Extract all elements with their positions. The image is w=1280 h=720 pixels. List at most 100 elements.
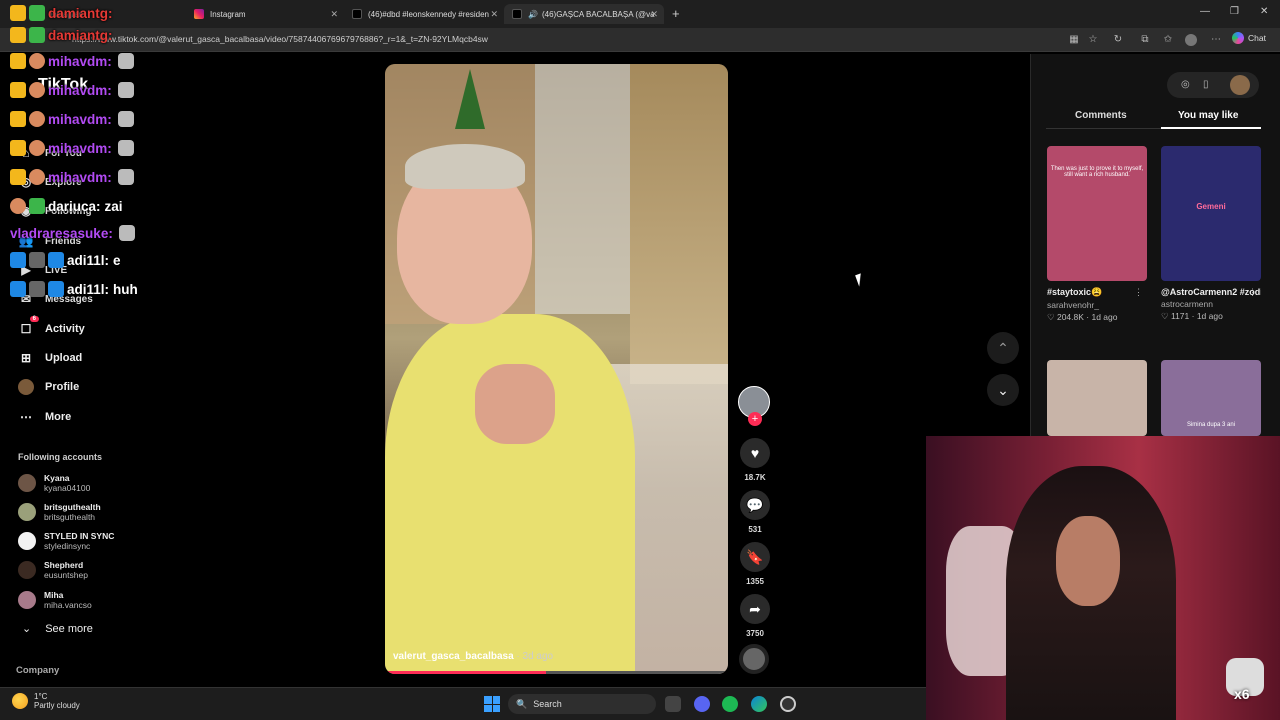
heart-icon: ♥ [750, 445, 760, 461]
video-thumbnail[interactable]: Gemeni [1161, 146, 1261, 281]
avatar[interactable] [1185, 34, 1197, 46]
activity-badge: 6 [29, 316, 39, 322]
save-button[interactable]: 🔖 [740, 542, 770, 572]
tab-you-may-like[interactable]: You may like [1178, 110, 1238, 121]
sidebar-item-live[interactable]: ▶ LIVE [18, 259, 67, 281]
following-account[interactable]: STYLED IN SYNC styledinsync [18, 528, 114, 554]
video-progress-bar[interactable] [385, 671, 728, 674]
weather-desc: Partly cloudy [34, 701, 80, 710]
video-author[interactable]: valerut_gasca_bacalbasa · 3d ago [393, 651, 553, 662]
sidebar-item-upload[interactable]: ⊞ Upload [18, 347, 82, 369]
edge-icon[interactable] [751, 696, 767, 712]
music-disc-icon[interactable] [739, 644, 769, 674]
avatar[interactable] [1230, 75, 1250, 95]
author-name[interactable]: valerut_gasca_bacalbasa [393, 651, 514, 662]
tab-tiktok-dbd[interactable]: (46)#dbd #leonskennedy #residen ✕ [344, 4, 504, 24]
share-button[interactable]: ➦ [740, 594, 770, 624]
video-thumbnail[interactable]: Simina dupa 3 ani [1161, 360, 1261, 436]
video-thumbnail[interactable]: Then was just to prove it to myself, sti… [1047, 146, 1147, 281]
tab-title: Instagram [210, 9, 246, 19]
discord-icon[interactable] [694, 696, 710, 712]
windows-start-icon[interactable] [484, 696, 500, 712]
tab-comments[interactable]: Comments [1075, 110, 1127, 121]
tab-instagram-1[interactable]: Instagram [26, 4, 188, 24]
follow-plus-icon[interactable]: + [748, 412, 762, 426]
sidebar-item-activity[interactable]: ☐ 6 Activity [18, 316, 85, 340]
chevron-down-icon: ⌄ [997, 382, 1009, 398]
tiktok-icon [352, 9, 362, 19]
coin-icon[interactable]: ◎ [1181, 79, 1190, 90]
friends-icon: 👥 [18, 234, 34, 248]
tiktok-icon [512, 9, 522, 19]
account-name: Shepherd [44, 560, 84, 570]
address-bar: https://www.tiktok.com/@valerut_gasca_ba… [0, 28, 1280, 52]
comment-button[interactable]: 💬 [740, 490, 770, 520]
close-icon[interactable]: ✕ [490, 9, 498, 20]
sidebar-item-explore[interactable]: ◎ Explore [18, 171, 82, 193]
maximize-icon[interactable]: ❐ [1230, 6, 1239, 17]
tiktok-logo[interactable]: TikTok [38, 76, 88, 94]
sidebar-item-more[interactable]: ⋯ More [18, 406, 71, 428]
sidebar-item-messages[interactable]: ✉ Messages [18, 288, 93, 310]
spotify-icon[interactable] [722, 696, 738, 712]
favorites-icon[interactable]: ✩ [1162, 34, 1174, 46]
thumbnail-caption: Then was just to prove it to myself, sti… [1050, 166, 1144, 178]
search-label: Search [533, 699, 562, 709]
account-handle: britsguthealth [44, 512, 96, 522]
next-video-button[interactable]: ⌄ [987, 374, 1019, 406]
compass-icon: ◎ [20, 175, 32, 189]
close-icon[interactable]: ✕ [650, 9, 658, 20]
new-tab-button[interactable]: + [672, 6, 680, 21]
minimize-icon[interactable]: — [1200, 6, 1210, 17]
suggested-video-card[interactable]: Gemeni @AstroCarmenn2 #zodii #gemeni... … [1161, 146, 1261, 322]
tab-title: (46)GAȘCA BACALBAȘA (@va [541, 9, 655, 19]
previous-video-button[interactable]: ⌃ [987, 332, 1019, 364]
see-more-button[interactable]: ⌄ See more [22, 622, 93, 636]
suggested-video-card[interactable]: Simina dupa 3 ani [1161, 360, 1261, 436]
tab-tiktok-active[interactable]: 🔊 (46)GAȘCA BACALBAȘA (@va ✕ [504, 4, 664, 24]
following-account[interactable]: Shepherd eusuntshep [18, 557, 88, 583]
suggested-video-card[interactable]: Then was just to prove it to myself, sti… [1047, 146, 1147, 323]
weather-icon [12, 693, 28, 709]
card-user: astrocarmenn [1161, 299, 1213, 309]
following-account[interactable]: Kyana kyana04100 [18, 470, 90, 496]
more-options-icon[interactable]: ⋮ [1248, 287, 1257, 298]
sidebar-item-for-you[interactable]: ⌂ For You [18, 142, 81, 164]
suggested-video-card[interactable] [1047, 360, 1147, 436]
speaker-icon: 🔊 [528, 9, 538, 19]
sidebar-item-friends[interactable]: 👥 Friends [18, 230, 82, 252]
account-name: Miha [44, 590, 64, 600]
video-player[interactable]: valerut_gasca_bacalbasa · 3d ago [385, 64, 728, 674]
refresh-icon[interactable]: ↻ [1112, 34, 1124, 46]
posted-time: 3d ago [522, 651, 554, 662]
like-button[interactable]: ♥ [740, 438, 770, 468]
following-icon: ◉ [20, 204, 32, 218]
following-account[interactable]: britsguthealth britsguthealth [18, 499, 101, 525]
company-link[interactable]: Company [16, 665, 59, 676]
phone-icon[interactable]: ▯ [1203, 79, 1209, 90]
sidebar-item-profile[interactable]: Profile [18, 376, 79, 398]
extensions-icon[interactable]: ⧉ [1139, 34, 1151, 46]
more-options-icon[interactable]: ⋮ [1134, 287, 1143, 298]
nav-label: Upload [45, 352, 83, 364]
weather-widget[interactable]: 1°C Partly cloudy [12, 692, 80, 710]
taskbar-search[interactable]: 🔍 Search [508, 694, 656, 714]
nav-label: Friends [45, 235, 82, 247]
tab-instagram-2[interactable]: Instagram ✕ [186, 4, 344, 24]
url-field[interactable]: https://www.tiktok.com/@valerut_gasca_ba… [72, 34, 488, 44]
nav-label: Profile [45, 381, 80, 393]
card-title: #staytoxic😩 [1047, 287, 1103, 297]
following-account[interactable]: Miha miha.vancso [18, 587, 92, 613]
file-explorer-icon[interactable] [665, 696, 681, 712]
close-icon[interactable]: ✕ [330, 9, 338, 20]
video-thumbnail[interactable] [1047, 360, 1147, 436]
app-icon[interactable]: ▦ [1068, 34, 1080, 46]
temperature: 1°C [34, 692, 48, 701]
close-window-icon[interactable]: ✕ [1260, 6, 1268, 17]
sidebar-item-following[interactable]: ◉ Following [18, 200, 92, 222]
obs-icon[interactable] [780, 696, 796, 712]
home-icon: ⌂ [22, 146, 30, 160]
menu-dots-icon[interactable]: ⋯ [1210, 34, 1222, 46]
copilot-chat-button[interactable]: Chat [1232, 32, 1266, 44]
star-icon[interactable]: ☆ [1087, 34, 1099, 46]
